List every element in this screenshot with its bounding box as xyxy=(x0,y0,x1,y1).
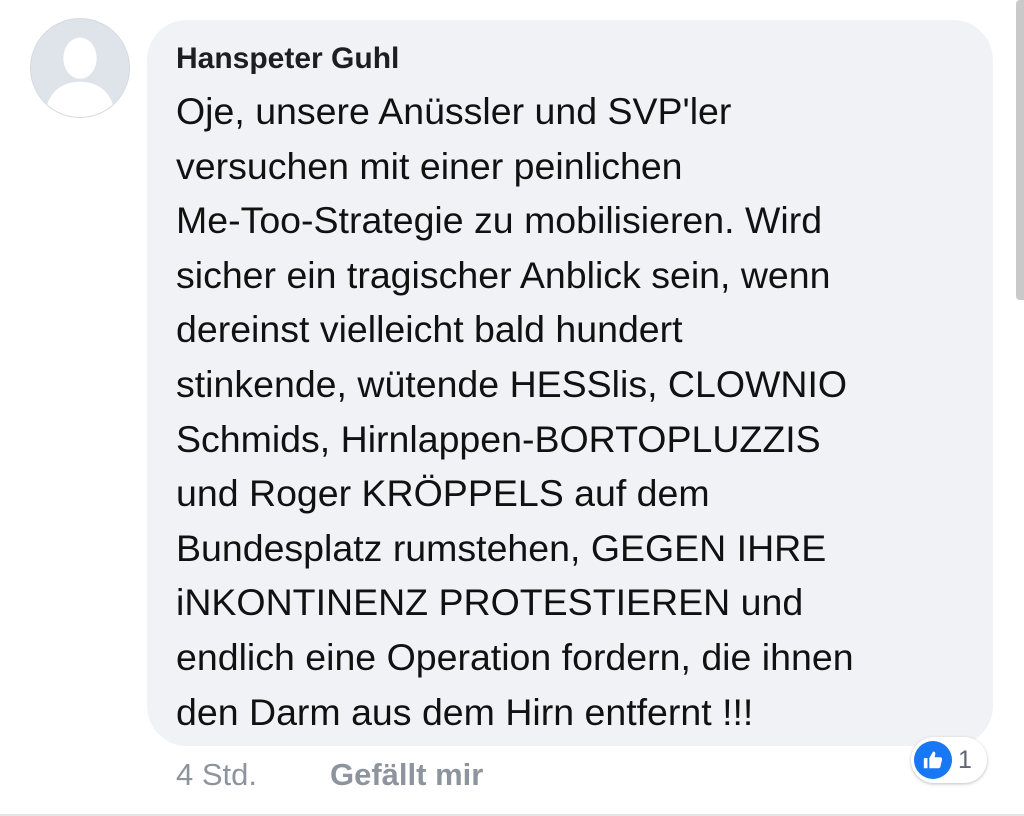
comment-view: Hanspeter Guhl Oje, unsere Anüssler und … xyxy=(0,0,1024,816)
comment-bubble: Hanspeter Guhl Oje, unsere Anüssler und … xyxy=(147,20,993,746)
default-profile-silhouette-icon xyxy=(31,19,129,117)
thumbs-up-icon xyxy=(914,741,952,779)
like-button[interactable]: Gefällt mir xyxy=(330,757,483,793)
scrollbar[interactable] xyxy=(1016,0,1024,300)
reaction-count: 1 xyxy=(958,745,972,774)
comment-timestamp[interactable]: 4 Std. xyxy=(176,757,257,793)
comment-author[interactable]: Hanspeter Guhl xyxy=(176,41,399,77)
reaction-summary[interactable]: 1 xyxy=(911,737,987,783)
comment-text: Oje, unsere Anüssler und SVP'ler versuch… xyxy=(176,90,854,733)
avatar[interactable] xyxy=(30,18,130,118)
